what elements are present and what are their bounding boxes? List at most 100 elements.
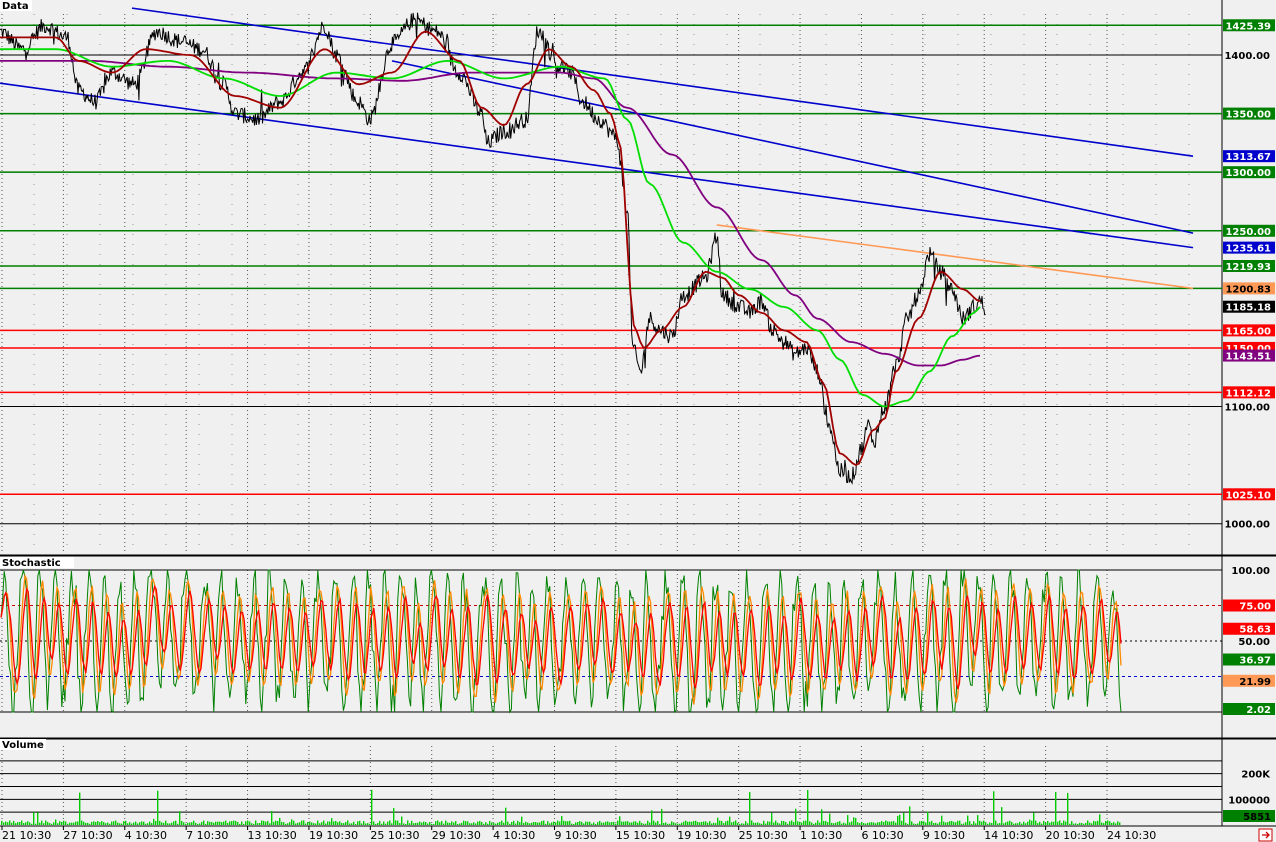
volume-bar <box>323 820 325 825</box>
volume-bar <box>387 821 389 825</box>
volume-bar <box>865 823 867 825</box>
volume-axis-label: 100000 <box>1228 795 1270 806</box>
volume-bar <box>731 822 733 825</box>
volume-bar <box>859 823 861 825</box>
volume-bar <box>273 821 275 825</box>
volume-bar <box>1109 821 1111 825</box>
volume-bar <box>749 792 751 825</box>
volume-bar <box>225 820 227 825</box>
volume-level-tag: 5851 <box>1223 810 1275 823</box>
volume-bar <box>533 821 535 825</box>
volume-bar <box>201 821 203 825</box>
price-level-tag-label: 1143.51 <box>1225 352 1271 363</box>
volume-bar <box>493 822 495 825</box>
volume-bar <box>391 823 393 825</box>
volume-bar <box>179 811 181 825</box>
volume-bar <box>1079 822 1081 825</box>
volume-bar <box>431 823 433 825</box>
volume-bar <box>613 821 615 825</box>
volume-bar <box>81 820 83 825</box>
stoch-level-tag-label: 2.02 <box>1246 705 1271 716</box>
volume-bar <box>629 822 631 825</box>
volume-bar <box>991 823 993 825</box>
volume-bar <box>597 822 599 825</box>
volume-bar <box>67 823 69 825</box>
volume-bar <box>1113 822 1115 825</box>
volume-bar <box>1049 822 1051 825</box>
volume-bar <box>1043 820 1045 825</box>
volume-bar <box>981 821 983 825</box>
volume-bar <box>277 821 279 825</box>
volume-bar <box>355 823 357 825</box>
volume-bar <box>855 817 857 825</box>
volume-bar <box>481 821 483 825</box>
volume-bar <box>369 823 371 825</box>
volume-bar <box>1069 823 1071 825</box>
volume-bar <box>519 822 521 825</box>
volume-bar <box>333 821 335 825</box>
price-level-tag-label: 1219.93 <box>1225 262 1271 273</box>
volume-bar <box>529 823 531 825</box>
volume-bar <box>163 822 165 825</box>
trading-chart[interactable]: 21 10:30 27 10:30 4 10:30 7 10:30 13 10:30 19… <box>0 0 1276 842</box>
volume-bar <box>123 821 125 825</box>
volume-bar <box>635 821 637 825</box>
price-level-tag-label: 1165.00 <box>1225 326 1271 337</box>
volume-bar <box>301 820 303 825</box>
price-level-tag-label: 1425.39 <box>1225 21 1271 32</box>
volume-bar <box>75 821 77 825</box>
volume-bar <box>895 822 897 825</box>
volume-bar <box>503 822 505 825</box>
volume-bar <box>993 791 995 825</box>
price-level-tag: 1112.12 <box>1223 386 1275 399</box>
volume-bar <box>127 823 129 825</box>
volume-bar <box>193 820 195 825</box>
volume-bar <box>1039 821 1041 825</box>
volume-bar <box>429 822 431 825</box>
price-level-tag: 1025.10 <box>1223 488 1275 501</box>
volume-bar <box>317 820 319 825</box>
volume-bar <box>221 822 223 825</box>
volume-bar <box>135 821 137 825</box>
volume-bar <box>375 823 377 825</box>
volume-bar <box>177 823 179 825</box>
volume-bar <box>833 823 835 825</box>
volume-bar <box>565 821 567 825</box>
volume-bar <box>41 820 43 825</box>
price-panel-title-group: Data <box>0 0 32 12</box>
volume-bar <box>53 822 55 825</box>
volume-bar <box>943 821 945 825</box>
volume-bar <box>203 820 205 825</box>
volume-bar <box>393 808 395 825</box>
volume-bar <box>995 820 997 825</box>
volume-bar <box>707 822 709 825</box>
scroll-right-button[interactable] <box>1258 828 1273 842</box>
time-tick-label: 6 10:30 <box>861 829 903 842</box>
volume-bar <box>805 820 807 825</box>
time-tick-label: 9 10:30 <box>555 829 597 842</box>
volume-bar <box>423 821 425 825</box>
volume-bar <box>99 822 101 825</box>
volume-bar <box>923 821 925 825</box>
volume-bar <box>263 820 265 825</box>
volume-bar <box>57 823 59 825</box>
volume-bar <box>165 820 167 825</box>
volume-bar <box>19 822 21 825</box>
volume-bar <box>821 809 823 825</box>
volume-bar <box>357 821 359 825</box>
volume-bar <box>489 821 491 825</box>
volume-bar <box>1075 823 1077 825</box>
volume-bar <box>401 816 403 825</box>
volume-bar <box>963 823 965 825</box>
volume-bar <box>571 823 573 825</box>
volume-bar <box>477 821 479 825</box>
stoch-level-tag-label: 21.99 <box>1239 677 1271 688</box>
volume-bar <box>465 821 467 825</box>
volume-bar <box>1005 822 1007 825</box>
volume-bar <box>793 821 795 825</box>
volume-bar <box>235 820 237 825</box>
volume-bar <box>679 823 681 825</box>
volume-bar <box>153 818 155 825</box>
volume-bar <box>155 820 157 825</box>
volume-bar <box>1095 821 1097 825</box>
